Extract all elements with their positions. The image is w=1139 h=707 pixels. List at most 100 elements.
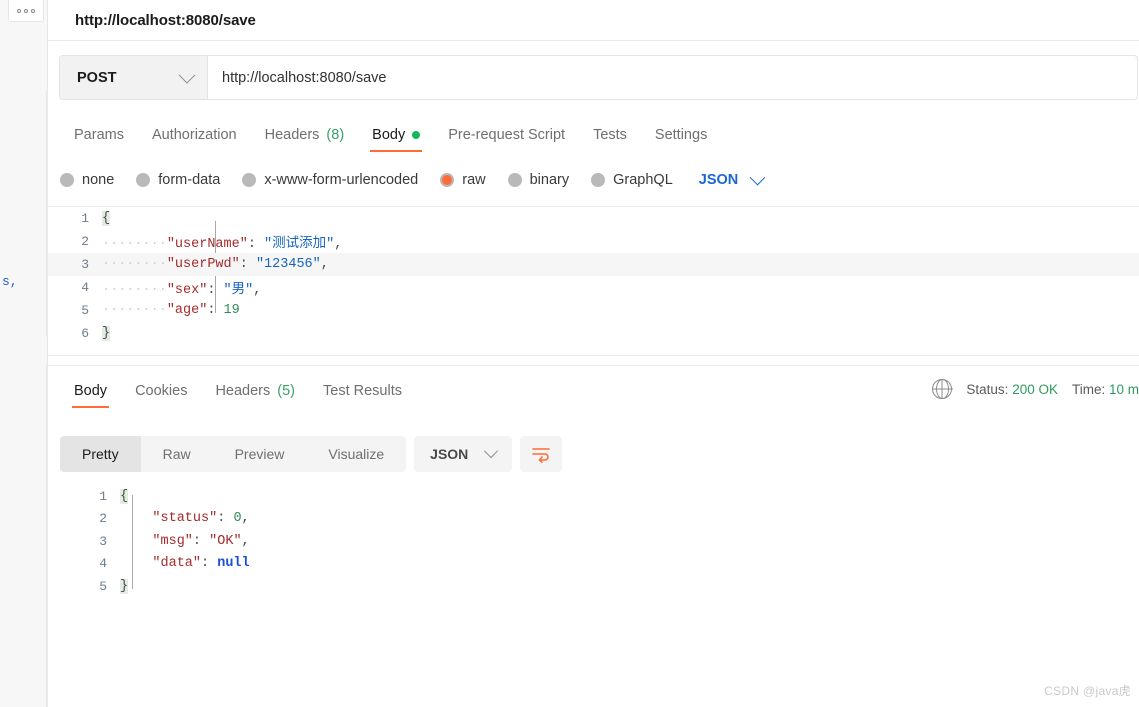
brace-close: } [102,326,111,341]
status-label: Status: [966,381,1009,397]
whitespace-dots: ········ [102,237,167,252]
watermark: CSDN @java虎 [1044,684,1131,698]
response-format-label: JSON [430,446,469,462]
view-mode-raw[interactable]: Raw [141,436,213,472]
request-tab-bar: Params Authorization Headers (8) Body Pr… [60,116,1139,152]
response-tab-test-results[interactable]: Test Results [309,383,416,408]
json-value: 19 [223,303,240,318]
http-method-select[interactable]: POST [60,56,208,99]
code-line: 2 ········"userName": "测试添加", [48,230,1139,253]
view-mode-preview[interactable]: Preview [213,436,307,472]
json-value: "测试添加" [264,237,335,252]
tab-pre-request-script[interactable]: Pre-request Script [434,127,579,152]
tab-label: Tests [593,127,627,143]
code-content: ········"age": 19 [102,303,240,318]
code-content: ········"userPwd": "123456", [102,257,329,272]
code-content: ········"sex": "男", [102,277,261,298]
status-badge: 200 OK [1012,381,1058,397]
code-content: ········"userName": "测试添加", [102,231,342,252]
more-options-icon[interactable] [8,0,44,22]
body-type-label: GraphQL [613,172,673,188]
code-line: 5 } [48,575,1139,598]
tab-label: Params [74,127,124,143]
background-window-strip [0,0,48,707]
tab-headers[interactable]: Headers (8) [251,127,359,152]
code-line: 4 ········"sex": "男", [48,276,1139,299]
line-number: 6 [81,326,89,341]
response-view-toolbar: Pretty Raw Preview Visualize JSON [60,436,563,472]
request-header: http://localhost:8080/save [48,0,1139,41]
json-comma: , [253,283,262,298]
tab-label: Cookies [135,383,188,399]
radio-icon [242,173,257,187]
line-number: 1 [99,488,107,504]
raw-format-select[interactable]: JSON [699,169,766,188]
body-type-label: x-www-form-urlencoded [264,172,419,188]
code-line: 1 { [48,207,1139,230]
code-line: 2 "status": 0, [48,508,1139,531]
view-mode-visualize[interactable]: Visualize [306,436,406,472]
response-tab-cookies[interactable]: Cookies [121,383,201,408]
body-type-none[interactable]: none [60,172,114,188]
json-colon: : [217,511,226,527]
response-status-bar: Status: 200 OK Time: 10 m [932,378,1139,400]
body-type-selector: none form-data x-www-form-urlencoded raw… [60,166,1139,194]
url-input[interactable]: http://localhost:8080/save [208,56,1137,99]
body-type-graphql[interactable]: GraphQL [591,172,673,188]
json-value: "男" [223,283,254,298]
tab-label: Authorization [151,127,237,143]
body-type-form-data[interactable]: form-data [136,172,220,188]
tab-body[interactable]: Body [358,127,434,152]
line-number: 2 [81,234,89,249]
view-mode-pretty[interactable]: Pretty [60,436,141,472]
json-comma: , [334,237,343,252]
json-comma: , [241,533,250,549]
code-content: { [102,211,111,226]
tab-label: Pre-request Script [448,127,566,143]
json-colon: : [201,556,210,572]
line-number: 5 [99,578,107,594]
tab-label: Settings [654,127,708,143]
time-group: Time: 10 m [1072,382,1139,397]
json-key: "data" [152,556,202,572]
brace-open: { [102,211,111,226]
response-tab-body[interactable]: Body [60,383,121,408]
tab-label: Body [74,383,108,399]
body-type-binary[interactable]: binary [507,172,570,188]
globe-icon [932,378,953,400]
code-content: "status": 0, [120,511,249,527]
code-line: 4 "data": null [48,553,1139,576]
json-colon: : [239,257,248,272]
http-method-label: POST [77,69,117,86]
url-bar: POST http://localhost:8080/save [59,55,1138,100]
view-mode-label: Raw [162,446,191,462]
response-format-select[interactable]: JSON [414,436,513,472]
line-number: 2 [99,511,107,527]
line-number: 1 [81,211,89,226]
body-type-label: binary [529,172,570,188]
request-body-editor[interactable]: 1 { 2 ········"userName": "测试添加", 3 ····… [48,206,1139,345]
body-type-raw[interactable]: raw [440,172,486,188]
code-line: 3 ········"userPwd": "123456", [48,253,1139,276]
line-number: 3 [81,257,89,272]
wrap-text-button[interactable] [520,436,563,472]
response-tab-headers[interactable]: Headers (5) [201,383,309,408]
radio-icon [591,173,606,187]
json-colon: : [192,533,202,549]
response-view-mode-group: Pretty Raw Preview Visualize [60,436,407,472]
radio-icon [60,173,74,187]
body-type-x-www-form-urlencoded[interactable]: x-www-form-urlencoded [242,172,418,188]
tab-params[interactable]: Params [60,127,138,152]
json-key: "age" [166,303,208,318]
tab-settings[interactable]: Settings [641,127,721,152]
tab-authorization[interactable]: Authorization [138,127,251,152]
chevron-down-icon [178,66,196,84]
line-number: 3 [99,533,107,549]
response-body-viewer[interactable]: 1 { 2 "status": 0, 3 "msg": "OK", 4 "dat… [48,485,1139,598]
view-mode-label: Visualize [328,446,385,462]
page-title: http://localhost:8080/save [75,11,256,29]
pane-splitter[interactable] [48,355,1139,366]
json-key: "sex" [166,283,208,298]
whitespace-dots: ········ [102,257,167,272]
tab-tests[interactable]: Tests [579,127,641,152]
